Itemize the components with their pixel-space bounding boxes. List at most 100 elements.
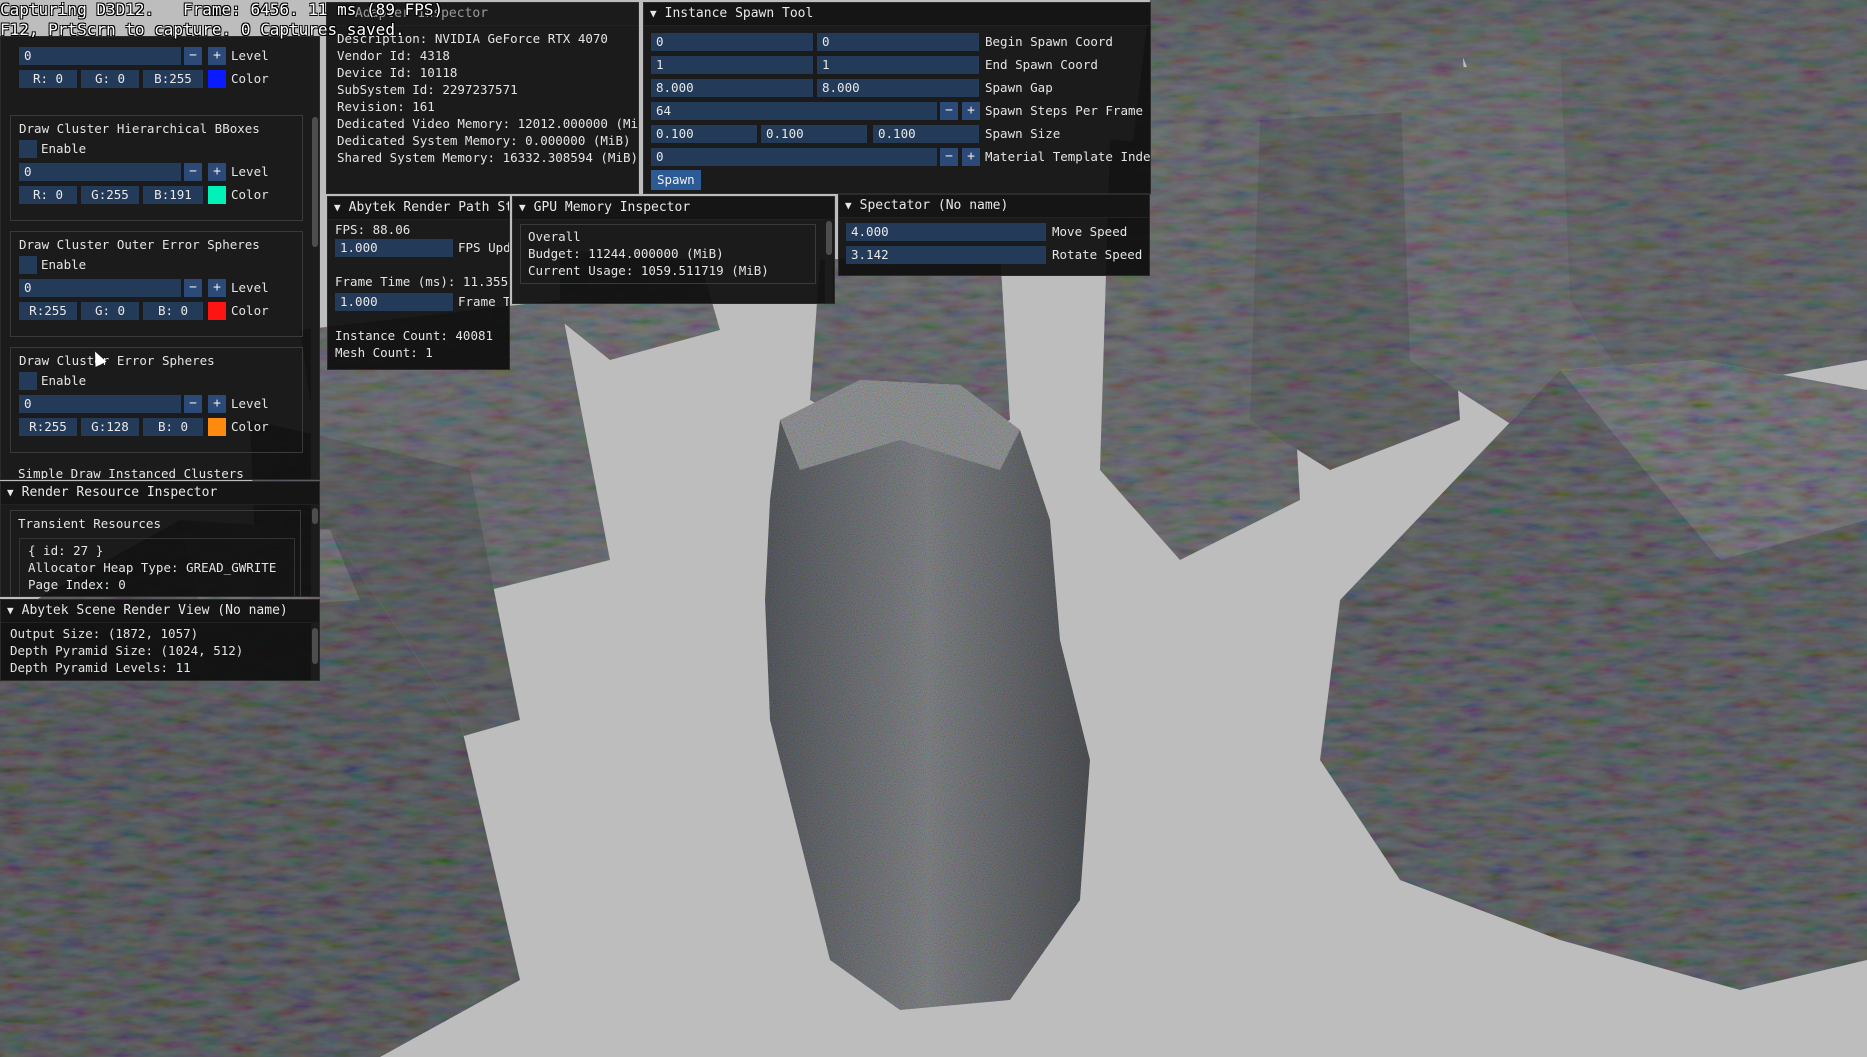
level-label: Level <box>231 164 269 179</box>
enable-checkbox[interactable] <box>19 372 37 390</box>
scrollbar-thumb[interactable] <box>312 117 318 247</box>
begin-spawn-x-input[interactable]: 0 <box>651 33 813 51</box>
render-path-stats-window: ▼ Abytek Render Path Stat FPS: 88.06 1.00… <box>327 196 510 370</box>
window-title-bar[interactable]: ▼ Instance Spawn Tool <box>644 3 1150 26</box>
scrollbar[interactable] <box>825 219 833 303</box>
material-index-increment-button[interactable]: + <box>962 148 980 166</box>
window-title-bar[interactable]: ▼ Spectator (No name) <box>839 195 1149 218</box>
move-speed-input[interactable]: 4.000 <box>846 223 1046 241</box>
scrollbar[interactable] <box>311 622 319 680</box>
scrollbar[interactable] <box>311 504 319 596</box>
color-g-input[interactable]: G:128 <box>81 418 139 436</box>
color-r-input[interactable]: R:255 <box>19 418 77 436</box>
spawn-size-x-input[interactable]: 0.100 <box>651 125 757 143</box>
mesh-count: Mesh Count: 1 <box>335 345 433 360</box>
color-swatch[interactable] <box>208 70 226 88</box>
material-template-index-label: Material Template Index <box>985 149 1151 164</box>
fps-update-input[interactable]: 1.000 <box>335 239 453 257</box>
section-title-simple-draw: Simple Draw Instanced Clusters <box>18 466 244 480</box>
color-r-input[interactable]: R: 0 <box>19 186 77 204</box>
color-label: Color <box>231 187 269 202</box>
window-title-bar[interactable]: ▼ Abytek Scene Render View (No name) <box>1 600 319 623</box>
color-r-input[interactable]: R: 0 <box>19 70 77 88</box>
spawn-steps-increment-button[interactable]: + <box>962 102 980 120</box>
enable-checkbox[interactable] <box>19 140 37 158</box>
group-title: Transient Resources <box>18 516 161 531</box>
collapse-triangle-icon[interactable]: ▼ <box>7 600 14 622</box>
scrollbar-thumb[interactable] <box>826 221 832 255</box>
window-title: GPU Memory Inspector <box>533 200 691 215</box>
level-decrement-button[interactable]: − <box>184 47 202 65</box>
spawn-button[interactable]: Spawn <box>651 170 701 190</box>
collapse-triangle-icon[interactable]: ▼ <box>519 197 526 219</box>
color-b-input[interactable]: B: 0 <box>143 418 203 436</box>
render-resource-inspector-window: ▼ Render Resource Inspector Transient Res… <box>0 481 320 597</box>
level-increment-button[interactable]: + <box>208 279 226 297</box>
level-increment-button[interactable]: + <box>208 395 226 413</box>
color-b-input[interactable]: B:255 <box>143 70 203 88</box>
memory-current-usage: Current Usage: 1059.511719 (MiB) <box>528 263 769 278</box>
spawn-size-y-input[interactable]: 0.100 <box>761 125 867 143</box>
spectator-window: ▼ Spectator (No name) 4.000 Move Speed 3.… <box>838 194 1150 276</box>
level-input[interactable]: 0 <box>19 47 181 65</box>
color-r-input[interactable]: R:255 <box>19 302 77 320</box>
spawn-steps-input[interactable]: 64 <box>651 102 937 120</box>
resource-entry: { id: 27 } Allocator Heap Type: GREAD_GW… <box>19 538 295 596</box>
window-title-bar[interactable]: ▼ Abytek Render Path Stat <box>328 197 509 220</box>
material-index-decrement-button[interactable]: − <box>940 148 958 166</box>
end-spawn-x-input[interactable]: 1 <box>651 56 813 74</box>
transient-resources-group: Transient Resources { id: 27 } Allocator… <box>10 510 301 596</box>
level-input[interactable]: 0 <box>19 395 181 413</box>
level-input[interactable]: 0 <box>19 163 181 181</box>
depth-pyramid-levels: Depth Pyramid Levels: 11 <box>10 660 191 675</box>
scrollbar-thumb[interactable] <box>312 508 318 524</box>
level-decrement-button[interactable]: − <box>184 395 202 413</box>
collapse-triangle-icon[interactable]: ▼ <box>7 482 14 504</box>
spawn-steps-decrement-button[interactable]: − <box>940 102 958 120</box>
color-swatch[interactable] <box>208 302 226 320</box>
window-title-bar[interactable]: ▼ Render Resource Inspector <box>1 482 319 505</box>
adapter-subsystem-id: SubSystem Id: 2297237571 <box>337 82 518 97</box>
color-b-input[interactable]: B:191 <box>143 186 203 204</box>
enable-checkbox[interactable] <box>19 256 37 274</box>
spawn-gap-y-input[interactable]: 8.000 <box>817 79 979 97</box>
collapse-triangle-icon[interactable]: ▼ <box>650 3 657 25</box>
begin-spawn-y-input[interactable]: 0 <box>817 33 979 51</box>
color-g-input[interactable]: G: 0 <box>81 302 139 320</box>
window-title-bar[interactable]: ▼ GPU Memory Inspector <box>513 197 834 220</box>
section-outer-error-spheres: Draw Cluster Outer Error Spheres Enable … <box>10 231 303 337</box>
section-title: Draw Cluster Error Spheres <box>19 353 215 368</box>
dedicated-system-memory: Dedicated System Memory: 0.000000 (MiB) <box>337 133 631 148</box>
frame-time-update-input[interactable]: 1.000 <box>335 293 453 311</box>
level-decrement-button[interactable]: − <box>184 279 202 297</box>
color-swatch[interactable] <box>208 186 226 204</box>
level-label: Level <box>231 280 269 295</box>
color-b-input[interactable]: B: 0 <box>143 302 203 320</box>
color-label: Color <box>231 71 269 86</box>
shared-system-memory: Shared System Memory: 16332.308594 (MiB) <box>337 150 639 165</box>
group-title: Overall <box>528 229 581 244</box>
level-label: Level <box>231 396 269 411</box>
level-decrement-button[interactable]: − <box>184 163 202 181</box>
window-title: Abytek Scene Render View (No name) <box>21 603 288 618</box>
material-template-index-input[interactable]: 0 <box>651 148 937 166</box>
rotate-speed-input[interactable]: 3.142 <box>846 246 1046 264</box>
color-g-input[interactable]: G:255 <box>81 186 139 204</box>
level-increment-button[interactable]: + <box>208 47 226 65</box>
collapse-triangle-icon[interactable]: ▼ <box>334 197 341 219</box>
color-swatch[interactable] <box>208 418 226 436</box>
scrollbar[interactable] <box>311 37 319 479</box>
page-index: Page Index: 0 <box>28 577 126 592</box>
scene-render-view-window: ▼ Abytek Scene Render View (No name) Outp… <box>0 599 320 681</box>
window-title: Instance Spawn Tool <box>664 6 814 21</box>
collapse-triangle-icon[interactable]: ▼ <box>845 195 852 217</box>
fps-update-label: FPS Upda <box>458 240 510 255</box>
spawn-size-z-input[interactable]: 0.100 <box>873 125 979 143</box>
level-input[interactable]: 0 <box>19 279 181 297</box>
end-spawn-y-input[interactable]: 1 <box>817 56 979 74</box>
spawn-gap-x-input[interactable]: 8.000 <box>651 79 813 97</box>
level-increment-button[interactable]: + <box>208 163 226 181</box>
spawn-size-label: Spawn Size <box>985 126 1061 141</box>
scrollbar-thumb[interactable] <box>312 628 318 664</box>
color-g-input[interactable]: G: 0 <box>81 70 139 88</box>
